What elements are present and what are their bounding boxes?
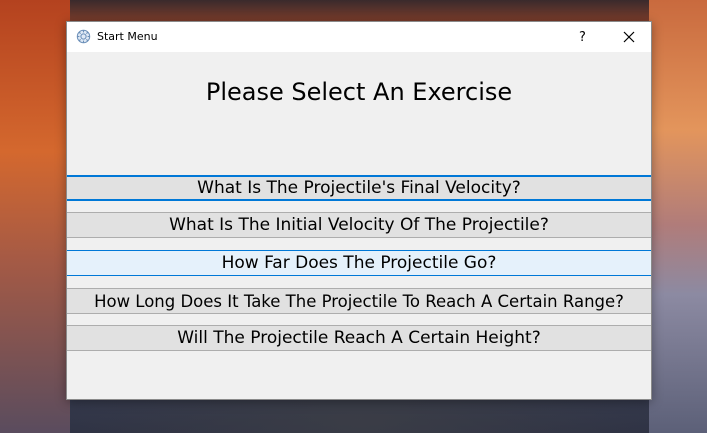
exercise-button-final-velocity[interactable]: What Is The Projectile's Final Velocity?: [67, 175, 651, 201]
exercise-button-reach-height[interactable]: Will The Projectile Reach A Certain Heig…: [67, 325, 651, 351]
desktop-wallpaper-right: [649, 0, 707, 433]
page-title: Please Select An Exercise: [205, 78, 513, 106]
close-button[interactable]: [606, 22, 651, 52]
exercise-button-initial-velocity[interactable]: What Is The Initial Velocity Of The Proj…: [67, 212, 651, 238]
desktop-wallpaper-left: [0, 0, 70, 433]
help-label: ?: [579, 29, 586, 45]
help-button[interactable]: ?: [560, 22, 605, 52]
start-menu-window: Start Menu ? Please Select An Exercise W…: [66, 21, 652, 400]
close-icon: [623, 28, 635, 47]
exercise-button-time-to-range[interactable]: How Long Does It Take The Projectile To …: [67, 288, 651, 314]
window-title: Start Menu: [97, 30, 158, 43]
title-bar[interactable]: Start Menu ?: [67, 22, 651, 52]
gear-icon: [76, 29, 91, 44]
exercise-button-distance[interactable]: How Far Does The Projectile Go?: [67, 250, 651, 276]
